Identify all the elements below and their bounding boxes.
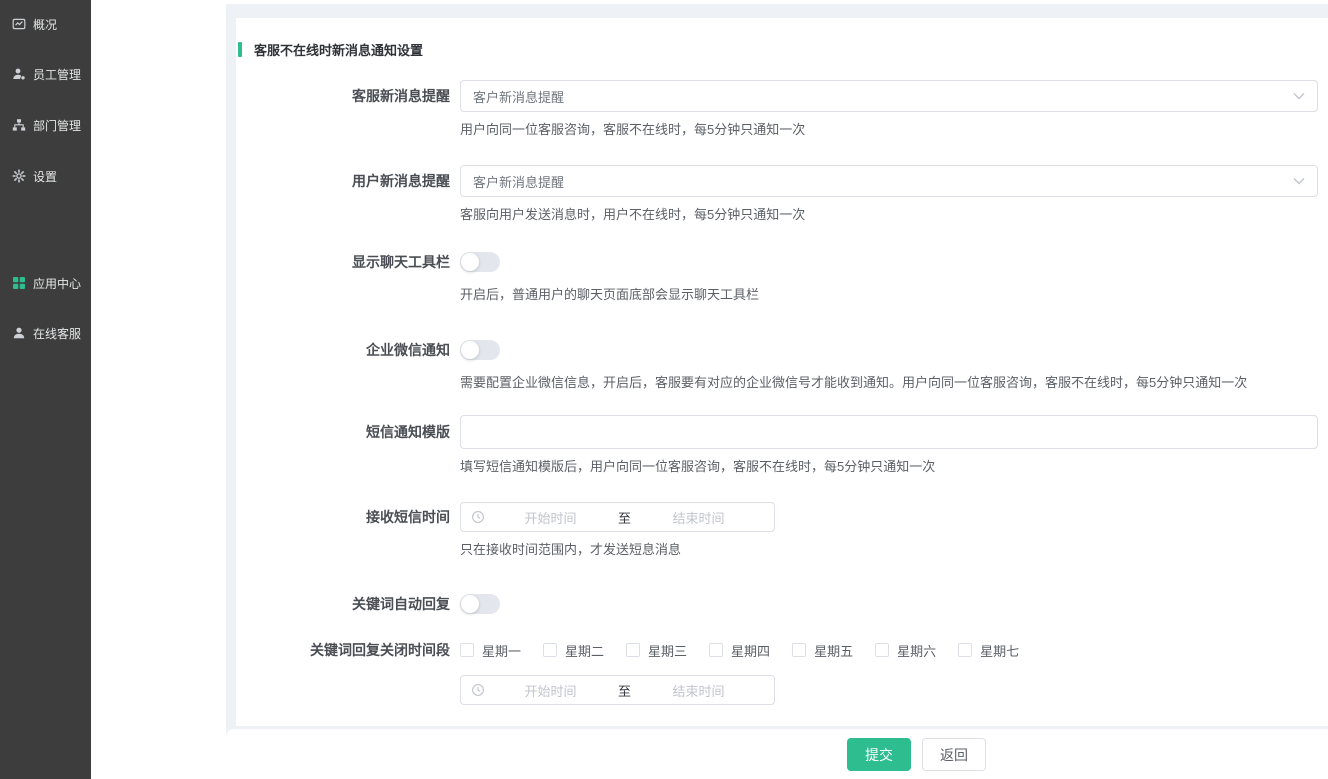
field-hint: 客服向用户发送消息时，用户不在线时，每5分钟只通知一次 (460, 205, 1318, 224)
chevron-down-icon (1293, 92, 1305, 100)
checkbox-icon (792, 643, 806, 657)
sidebar-item-app-center[interactable]: 应用中心 (0, 272, 91, 294)
field-label: 短信通知模版 (236, 415, 450, 449)
keyword-close-time-picker[interactable]: 开始时间 至 结束时间 (460, 675, 775, 705)
app-root: 概况 员工管理 部门管理 设置 应用中心 (0, 0, 1328, 779)
form-row-sms-template: 短信通知模版 填写短信通知模版后，用户向同一位客服咨询，客服不在线时，每5分钟只… (236, 415, 1328, 476)
sidebar-item-label: 在线客服 (33, 325, 81, 342)
overview-icon (12, 17, 26, 31)
weekday-checkbox-sun[interactable]: 星期七 (958, 641, 1019, 660)
checkbox-icon (543, 643, 557, 657)
chat-toolbar-switch[interactable] (460, 252, 500, 272)
user-new-message-select[interactable]: 客户新消息提醒 (460, 165, 1318, 197)
weekday-checkbox-thu[interactable]: 星期四 (709, 641, 770, 660)
weekday-checkbox-sat[interactable]: 星期六 (875, 641, 936, 660)
start-time-placeholder: 开始时间 (485, 508, 616, 527)
field-hint: 填写短信通知模版后，用户向同一位客服咨询，客服不在线时，每5分钟只通知一次 (460, 457, 1318, 476)
weekday-checkbox-mon[interactable]: 星期一 (460, 641, 521, 660)
sidebar-item-settings[interactable]: 设置 (0, 165, 91, 187)
form-row-sms-receive-time: 接收短信时间 开始时间 至 结束时间 只在接收时间范围内，才发送短息消息 (236, 502, 1328, 559)
checkbox-label: 星期三 (648, 641, 687, 660)
main-area: 客服不在线时新消息通知设置 客服新消息提醒 客户新消息提醒 用户向同一位客服咨询… (226, 0, 1328, 779)
weekday-checkbox-wed[interactable]: 星期三 (626, 641, 687, 660)
sidebar-item-department[interactable]: 部门管理 (0, 114, 91, 136)
app-center-icon (12, 276, 26, 290)
checkbox-label: 星期七 (980, 641, 1019, 660)
checkbox-label: 星期二 (565, 641, 604, 660)
keyword-autoreply-switch[interactable] (460, 594, 500, 614)
sms-receive-time-picker[interactable]: 开始时间 至 结束时间 (460, 502, 775, 532)
sidebar-item-label: 应用中心 (33, 275, 81, 292)
checkbox-icon (626, 643, 640, 657)
field-label: 关键词回复关闭时间段 (236, 642, 450, 658)
form-row-keyword-autoreply: 关键词自动回复 (236, 594, 1328, 614)
field-label: 接收短信时间 (236, 502, 450, 532)
sidebar-item-overview[interactable]: 概况 (0, 13, 91, 35)
section-header: 客服不在线时新消息通知设置 (238, 40, 1328, 58)
field-label: 客服新消息提醒 (236, 80, 450, 112)
checkbox-label: 星期六 (897, 641, 936, 660)
form-row-wecom-notify: 企业微信通知 需要配置企业微信信息，开启后，客服要有对应的企业微信号才能收到通知… (236, 340, 1328, 392)
switch-knob (461, 253, 479, 271)
kefu-new-message-select[interactable]: 客户新消息提醒 (460, 80, 1318, 112)
footer-bar: 提交 返回 (226, 729, 1328, 779)
end-time-placeholder: 结束时间 (633, 508, 764, 527)
wecom-notify-switch[interactable] (460, 340, 500, 360)
field-hint: 用户向同一位客服咨询，客服不在线时，每5分钟只通知一次 (460, 120, 1318, 139)
sidebar-item-staff[interactable]: 员工管理 (0, 63, 91, 85)
form-row-kefu-new-message: 客服新消息提醒 客户新消息提醒 用户向同一位客服咨询，客服不在线时，每5分钟只通… (236, 80, 1328, 139)
end-time-placeholder: 结束时间 (633, 681, 764, 700)
checkbox-label: 星期五 (814, 641, 853, 660)
sidebar-item-label: 设置 (33, 168, 57, 185)
checkbox-icon (958, 643, 972, 657)
back-button[interactable]: 返回 (922, 738, 986, 771)
form-row-user-new-message: 用户新消息提醒 客户新消息提醒 客服向用户发送消息时，用户不在线时，每5分钟只通… (236, 165, 1328, 224)
field-hint: 开启后，普通用户的聊天页面底部会显示聊天工具栏 (460, 285, 1318, 304)
time-range-separator: 至 (616, 681, 633, 700)
weekday-checkbox-tue[interactable]: 星期二 (543, 641, 604, 660)
department-icon (12, 118, 26, 132)
switch-knob (461, 341, 479, 359)
checkbox-icon (875, 643, 889, 657)
section-title: 客服不在线时新消息通知设置 (254, 40, 423, 59)
checkbox-label: 星期四 (731, 641, 770, 660)
field-label: 用户新消息提醒 (236, 165, 450, 197)
customer-service-icon (12, 326, 26, 340)
field-label: 企业微信通知 (236, 340, 450, 360)
settings-form: 客服新消息提醒 客户新消息提醒 用户向同一位客服咨询，客服不在线时，每5分钟只通… (236, 80, 1328, 705)
sidebar-item-label: 员工管理 (33, 66, 81, 83)
select-value: 客户新消息提醒 (473, 87, 564, 106)
field-hint: 只在接收时间范围内，才发送短息消息 (460, 540, 1318, 559)
time-range-separator: 至 (616, 508, 633, 527)
checkbox-label: 星期一 (482, 641, 521, 660)
form-row-chat-toolbar: 显示聊天工具栏 开启后，普通用户的聊天页面底部会显示聊天工具栏 (236, 252, 1328, 304)
sidebar-item-label: 部门管理 (33, 117, 81, 134)
start-time-placeholder: 开始时间 (485, 681, 616, 700)
sidebar: 概况 员工管理 部门管理 设置 应用中心 (0, 0, 91, 779)
submit-button[interactable]: 提交 (847, 738, 911, 771)
sidebar-item-online-service[interactable]: 在线客服 (0, 322, 91, 344)
clock-icon (471, 510, 485, 524)
select-value: 客户新消息提醒 (473, 172, 564, 191)
secondary-panel (91, 0, 226, 779)
section-accent-bar (238, 42, 242, 57)
checkbox-icon (460, 643, 474, 657)
chevron-down-icon (1293, 177, 1305, 185)
form-row-keyword-close-period: 关键词回复关闭时间段 星期一 星期二 星期三 星期四 星期五 星期六 星期七 (236, 642, 1328, 705)
weekday-checkbox-fri[interactable]: 星期五 (792, 641, 853, 660)
staff-icon (12, 67, 26, 81)
weekday-checkbox-group: 星期一 星期二 星期三 星期四 星期五 星期六 星期七 (460, 642, 1318, 658)
switch-knob (461, 595, 479, 613)
field-label: 显示聊天工具栏 (236, 252, 450, 272)
sidebar-item-label: 概况 (33, 16, 57, 33)
top-card-edge (226, 0, 1328, 4)
checkbox-icon (709, 643, 723, 657)
settings-card: 客服不在线时新消息通知设置 客服新消息提醒 客户新消息提醒 用户向同一位客服咨询… (236, 18, 1328, 726)
field-label: 关键词自动回复 (236, 594, 450, 614)
settings-icon (12, 169, 26, 183)
sms-template-input[interactable] (460, 415, 1318, 449)
clock-icon (471, 683, 485, 697)
field-hint: 需要配置企业微信信息，开启后，客服要有对应的企业微信号才能收到通知。用户向同一位… (460, 373, 1318, 392)
